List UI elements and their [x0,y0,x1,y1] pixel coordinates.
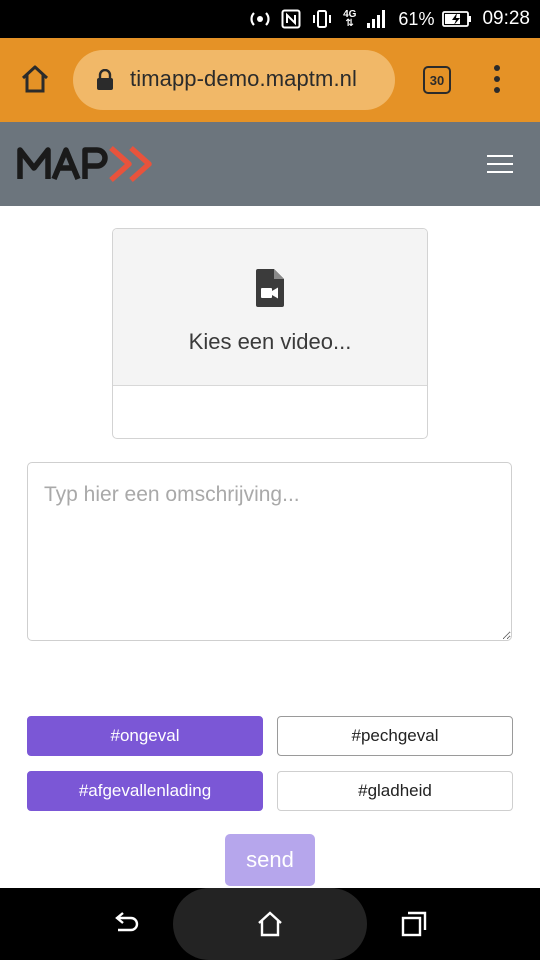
signal-icon [366,9,388,29]
video-file-icon [256,269,284,307]
description-input[interactable] [27,462,512,641]
tag-gladheid-button[interactable]: #gladheid [277,771,513,811]
video-upload-box[interactable]: Kies een video... [112,228,428,439]
tag-afgevallenlading-button[interactable]: #afgevallenlading [27,771,263,811]
battery-percent: 61% [398,8,435,29]
site-header [0,122,540,206]
back-icon[interactable] [112,910,140,938]
mobile-data-icon: 4G ⇅ [343,9,357,29]
tag-label: #pechgeval [351,726,439,745]
status-bar: 4G ⇅ 61% 09:28 [0,0,540,38]
send-button[interactable]: send [225,834,315,886]
home-icon[interactable] [256,910,284,938]
nfc-icon [281,9,301,29]
lock-icon [95,68,115,91]
tag-pechgeval-button[interactable]: #pechgeval [277,716,513,756]
tag-label: #afgevallenlading [78,781,212,800]
tab-count: 30 [429,72,445,88]
hamburger-menu-icon[interactable] [486,150,514,178]
vibrate-icon [311,8,333,30]
hotspot-icon [249,8,271,30]
browser-toolbar: timapp-demo.maptm.nl 30 [0,38,540,122]
more-options-icon[interactable] [489,64,505,94]
url-text: timapp-demo.maptm.nl [130,66,357,91]
upload-label: Kies een video... [188,329,352,354]
recent-apps-icon[interactable] [400,910,428,938]
send-label: send [246,847,294,872]
browser-home-icon[interactable] [18,62,52,96]
tag-ongeval-button[interactable]: #ongeval [27,716,263,756]
clock: 09:28 [482,8,530,29]
address-bar[interactable]: timapp-demo.maptm.nl [73,50,395,110]
tag-label: #ongeval [110,726,180,745]
video-upload-dropzone[interactable]: Kies een video... [113,229,427,386]
tab-switcher-button[interactable]: 30 [423,66,451,94]
tag-label: #gladheid [358,781,432,800]
battery-charging-icon [442,11,472,27]
map-logo[interactable] [17,138,159,190]
android-nav-bar [0,888,540,960]
